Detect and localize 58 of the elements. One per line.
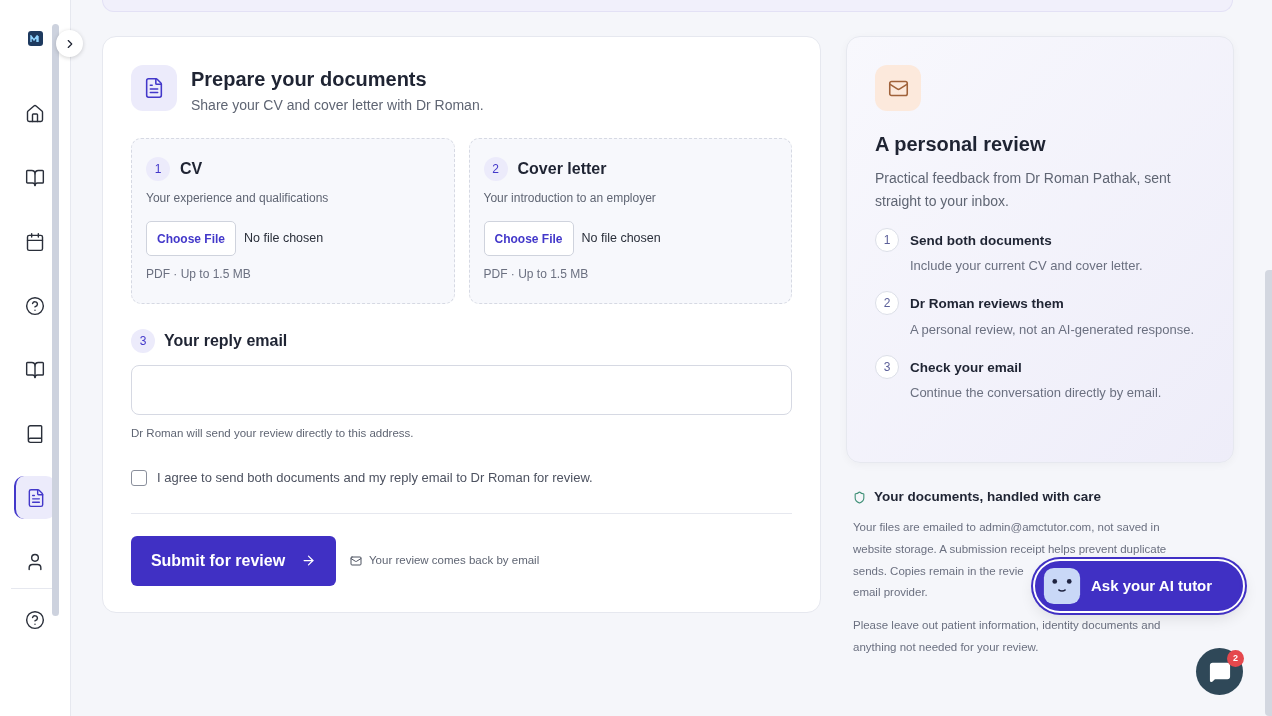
email-field[interactable]: [131, 365, 792, 415]
step-number: 3: [875, 354, 899, 379]
logo-icon[interactable]: [27, 31, 43, 46]
help-icon: [25, 610, 45, 630]
choose-file-button[interactable]: Choose File: [146, 221, 236, 256]
notification-badge: 2: [1227, 650, 1244, 667]
review-title: A personal review: [875, 132, 1047, 157]
arrow-right-icon: [301, 553, 317, 569]
review-intro: Practical feedback from Dr Roman Pathak, sent straight to your inbox.: [875, 169, 1172, 211]
consent-checkbox[interactable]: [131, 470, 147, 486]
calendar-icon: [25, 231, 45, 252]
home-icon: [25, 103, 45, 124]
open-book-icon: [25, 167, 45, 188]
robot-face-icon: [1043, 567, 1081, 605]
privacy-title: Your documents, handled with care: [874, 488, 1102, 506]
upload-title: Cover letter: [517, 159, 607, 179]
step-title: Send both documents: [910, 232, 1053, 250]
form-subtitle: Share your CV and cover letter with Dr Roman.: [191, 96, 484, 115]
step-number: 2: [483, 157, 508, 181]
file-status: No file chosen: [244, 230, 324, 248]
document-icon: [143, 77, 165, 99]
step-text: Include your current CV and cover letter.: [910, 257, 1143, 276]
choose-file-button[interactable]: Choose File: [483, 221, 574, 256]
form-title: Prepare your documents: [191, 67, 428, 92]
email-label: Your reply email: [164, 331, 288, 351]
file-hint: PDF · Up to 1.5 MB: [146, 266, 252, 283]
chat-button[interactable]: [1196, 648, 1243, 695]
privacy-text-line: sends. Copies remain in the revie: [853, 563, 1024, 579]
privacy-text-line: email provider.: [853, 585, 928, 601]
upload-description: Your introduction to an employer: [483, 190, 657, 207]
step-number: 1: [146, 157, 170, 181]
step-number: 1: [875, 228, 899, 252]
step-text: Continue the conversation directly by email.: [910, 383, 1162, 402]
consent-label: I agree to send both documents and my reply email to Dr Roman for review.: [157, 469, 593, 488]
privacy-text-line: website storage. A submission receipt helps prevent duplicate: [853, 541, 1167, 557]
submit-button[interactable]: Submit for review: [131, 535, 336, 586]
book-icon: [25, 423, 45, 444]
step-number: 2: [875, 291, 899, 316]
step-text: A personal review, not an AI-generated response.: [910, 320, 1195, 339]
file-status: No file chosen: [581, 230, 661, 248]
shield-icon: [853, 490, 866, 504]
help-icon: [25, 295, 45, 316]
step-title: Check your email: [910, 358, 1023, 377]
chat-icon: [1208, 660, 1231, 683]
user-icon: [25, 551, 45, 572]
submit-note: Your review comes back by email: [369, 553, 540, 569]
step-number: 3: [131, 329, 155, 353]
privacy-note-line: anything not needed for your review.: [853, 639, 1039, 655]
document-icon: [26, 487, 46, 508]
upload-description: Your experience and qualifications: [146, 190, 330, 207]
mail-icon: [350, 554, 362, 567]
step-title: Dr Roman reviews them: [910, 295, 1065, 314]
file-hint: PDF · Up to 1.5 MB: [483, 266, 590, 283]
privacy-note-line: Please leave out patient information, identity documents and: [853, 618, 1161, 634]
open-book-icon: [25, 359, 45, 380]
upload-title: CV: [180, 159, 203, 179]
privacy-text-line: Your files are emailed to admin@amctutor.com, not saved in: [853, 520, 1160, 536]
email-help: Dr Roman will send your review directly to this address.: [131, 426, 415, 441]
